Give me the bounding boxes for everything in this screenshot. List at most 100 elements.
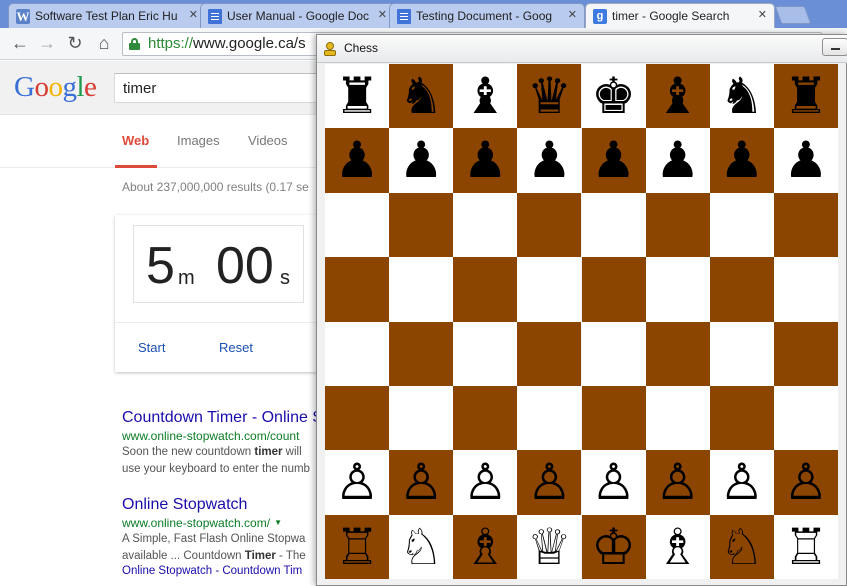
white-pawn-piece[interactable]: ♙ <box>325 450 389 514</box>
board-square[interactable]: ♞ <box>709 64 774 129</box>
board-square[interactable]: ♜ <box>325 64 390 129</box>
white-knight-piece[interactable]: ♘ <box>389 515 453 579</box>
board-square[interactable]: ♘ <box>709 514 774 580</box>
board-square[interactable]: ♙ <box>389 450 454 515</box>
board-square[interactable] <box>517 385 582 451</box>
board-square[interactable]: ♟ <box>581 128 646 193</box>
black-pawn-piece[interactable]: ♟ <box>646 128 710 192</box>
board-square[interactable]: ♟ <box>325 128 390 193</box>
board-square[interactable]: ♜ <box>773 64 838 129</box>
board-square[interactable] <box>517 192 582 258</box>
white-queen-piece[interactable]: ♕ <box>517 515 581 579</box>
board-square[interactable]: ♙ <box>325 450 390 515</box>
board-square[interactable] <box>453 192 518 258</box>
tab-videos[interactable]: Videos <box>248 133 288 148</box>
chess-title-bar[interactable]: Chess <box>317 35 847 63</box>
board-square[interactable] <box>453 385 518 451</box>
board-square[interactable]: ♙ <box>773 450 838 515</box>
dropdown-arrow-icon[interactable]: ▼ <box>274 518 282 527</box>
minimize-button[interactable] <box>822 38 847 56</box>
white-bishop-piece[interactable]: ♗ <box>646 515 710 579</box>
google-logo[interactable]: Google <box>14 71 97 104</box>
tab-images[interactable]: Images <box>177 133 220 148</box>
black-pawn-piece[interactable]: ♟ <box>453 128 517 192</box>
board-square[interactable]: ♕ <box>517 514 582 580</box>
board-square[interactable] <box>389 321 454 386</box>
black-pawn-piece[interactable]: ♟ <box>582 128 646 192</box>
white-rook-piece[interactable]: ♖ <box>325 515 389 579</box>
white-pawn-piece[interactable]: ♙ <box>517 450 581 514</box>
browser-tab-timer-search[interactable]: g timer - Google Search ✕ <box>585 3 775 28</box>
back-arrow-icon[interactable]: ← <box>8 31 32 55</box>
board-square[interactable] <box>709 257 774 322</box>
board-square[interactable] <box>709 192 774 258</box>
board-square[interactable]: ♙ <box>581 450 646 515</box>
board-square[interactable]: ♖ <box>773 514 838 580</box>
black-rook-piece[interactable]: ♜ <box>325 64 389 128</box>
board-square[interactable]: ♘ <box>389 514 454 580</box>
close-icon[interactable]: ✕ <box>758 8 767 21</box>
board-square[interactable] <box>453 257 518 322</box>
black-pawn-piece[interactable]: ♟ <box>389 128 453 192</box>
board-square[interactable] <box>581 321 646 386</box>
reload-icon[interactable]: ↻ <box>63 31 87 55</box>
board-square[interactable] <box>325 257 390 322</box>
white-pawn-piece[interactable]: ♙ <box>582 450 646 514</box>
black-rook-piece[interactable]: ♜ <box>774 64 838 128</box>
browser-tab-software-test-plan[interactable]: W Software Test Plan Eric Hu ✕ <box>8 3 206 28</box>
browser-tab-testing-document[interactable]: Testing Document - Goog ✕ <box>389 3 585 28</box>
board-square[interactable]: ♞ <box>389 64 454 129</box>
black-bishop-piece[interactable]: ♝ <box>646 64 710 128</box>
black-king-piece[interactable]: ♚ <box>582 64 646 128</box>
board-square[interactable] <box>773 257 838 322</box>
black-knight-piece[interactable]: ♞ <box>389 64 453 128</box>
board-square[interactable]: ♙ <box>453 450 518 515</box>
board-square[interactable]: ♗ <box>645 514 710 580</box>
board-square[interactable] <box>709 385 774 451</box>
board-square[interactable]: ♟ <box>645 128 710 193</box>
black-pawn-piece[interactable]: ♟ <box>710 128 774 192</box>
board-square[interactable] <box>389 192 454 258</box>
board-square[interactable] <box>325 321 390 386</box>
board-square[interactable]: ♟ <box>709 128 774 193</box>
board-square[interactable] <box>645 257 710 322</box>
board-square[interactable] <box>325 192 390 258</box>
result-title-link[interactable]: Countdown Timer - Online S <box>122 409 323 427</box>
board-square[interactable] <box>773 321 838 386</box>
timer-display[interactable]: 5 m 00 s <box>133 225 304 303</box>
forward-arrow-icon[interactable]: → <box>35 31 59 55</box>
white-king-piece[interactable]: ♔ <box>582 515 646 579</box>
browser-tab-user-manual[interactable]: User Manual - Google Doc ✕ <box>200 3 395 28</box>
black-bishop-piece[interactable]: ♝ <box>453 64 517 128</box>
tab-web[interactable]: Web <box>122 133 149 148</box>
close-icon[interactable]: ✕ <box>568 8 577 21</box>
black-pawn-piece[interactable]: ♟ <box>517 128 581 192</box>
chess-board[interactable]: ♜ ♞ ♝ ♛ ♚ ♝ ♞ ♜ ♟ ♟ ♟ ♟ ♟ ♟ ♟ ♟ ♙ ♙ ♙ ♙ ♙ ♙ ♙ ♙ ♖ ♘ ♗ ♕ ♔ ♗ ♘ ♖ <box>325 64 838 580</box>
board-square[interactable]: ♝ <box>453 64 518 129</box>
white-pawn-piece[interactable]: ♙ <box>646 450 710 514</box>
white-rook-piece[interactable]: ♖ <box>774 515 838 579</box>
board-square[interactable] <box>709 321 774 386</box>
white-pawn-piece[interactable]: ♙ <box>453 450 517 514</box>
board-square[interactable]: ♛ <box>517 64 582 129</box>
board-square[interactable]: ♝ <box>645 64 710 129</box>
board-square[interactable] <box>581 257 646 322</box>
white-pawn-piece[interactable]: ♙ <box>774 450 838 514</box>
board-square[interactable] <box>773 192 838 258</box>
white-pawn-piece[interactable]: ♙ <box>710 450 774 514</box>
black-pawn-piece[interactable]: ♟ <box>325 128 389 192</box>
board-square[interactable]: ♟ <box>517 128 582 193</box>
board-square[interactable]: ♙ <box>645 450 710 515</box>
board-square[interactable] <box>645 192 710 258</box>
timer-start-button[interactable]: Start <box>138 340 165 355</box>
white-bishop-piece[interactable]: ♗ <box>453 515 517 579</box>
board-square[interactable]: ♖ <box>325 514 390 580</box>
close-icon[interactable]: ✕ <box>189 8 198 21</box>
board-square[interactable]: ♚ <box>581 64 646 129</box>
board-square[interactable] <box>517 321 582 386</box>
board-square[interactable] <box>645 321 710 386</box>
board-square[interactable] <box>517 257 582 322</box>
timer-reset-button[interactable]: Reset <box>219 340 253 355</box>
black-queen-piece[interactable]: ♛ <box>517 64 581 128</box>
board-square[interactable]: ♟ <box>773 128 838 193</box>
